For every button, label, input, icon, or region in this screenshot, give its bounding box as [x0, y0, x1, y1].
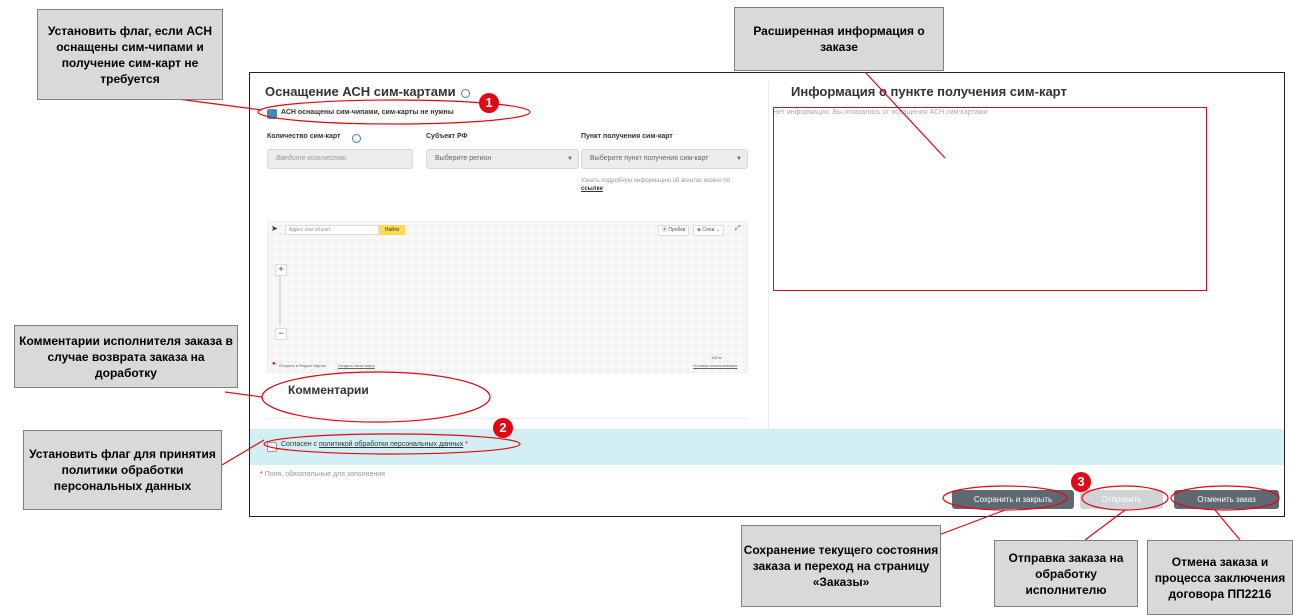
pointer-line — [864, 71, 946, 159]
pointer-line — [221, 439, 265, 466]
note-flag-sim: Установить флаг, если АСН оснащены сим-ч… — [37, 9, 223, 100]
note-extended-info: Расширенная информация о заказе — [734, 7, 944, 71]
pointer-line — [224, 391, 263, 398]
note-cancel: Отмена заказа и процесса заключения дого… — [1147, 540, 1293, 615]
highlight-consent — [263, 433, 521, 455]
highlight-send — [1081, 485, 1169, 511]
badge-1: 1 — [479, 93, 499, 113]
pointer-line — [1214, 509, 1241, 541]
badge-2: 2 — [493, 418, 513, 438]
highlight-comments — [261, 371, 491, 423]
highlight-cancel — [1170, 485, 1280, 511]
pointer-line — [1084, 509, 1126, 541]
note-save: Сохранение текущего состояния заказа и п… — [741, 525, 941, 607]
badge-3: 3 — [1071, 472, 1091, 492]
note-flag-policy: Установить флаг для принятия политики об… — [23, 430, 222, 510]
note-comments: Комментарии исполнителя заказа в случае … — [14, 325, 238, 388]
note-send: Отправка заказа на обработку исполнителю — [994, 540, 1138, 607]
highlight-save — [942, 485, 1068, 511]
